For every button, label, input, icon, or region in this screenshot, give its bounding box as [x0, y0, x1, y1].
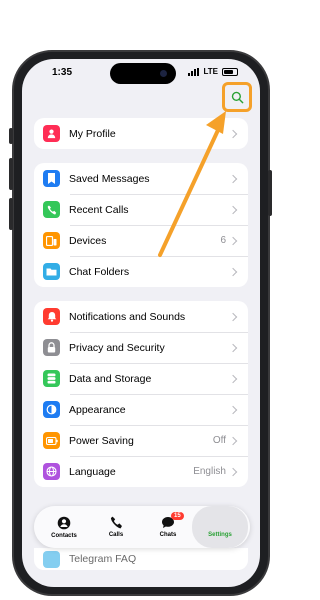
- tab-chats[interactable]: 15 Chats: [142, 506, 194, 548]
- screen: 1:35 LTE My Profile Saved Messages Recen…: [22, 59, 260, 587]
- language-row[interactable]: Language English: [34, 456, 248, 487]
- group-settings: Notifications and Sounds Privacy and Sec…: [34, 301, 248, 487]
- devices-label: Devices: [69, 234, 107, 247]
- power-button: [268, 170, 272, 216]
- tab-bar: Contacts Calls 15 Chats Settings: [34, 506, 250, 548]
- data-storage-row[interactable]: Data and Storage: [34, 363, 248, 394]
- chevron-right-icon: [228, 343, 238, 352]
- chevron-right-icon: [228, 129, 238, 138]
- tab-calls[interactable]: Calls: [90, 506, 142, 548]
- recent-calls-label: Recent Calls: [69, 203, 129, 216]
- bell-icon: [43, 308, 60, 325]
- saved-messages-label: Saved Messages: [69, 172, 150, 185]
- chevron-right-icon: [228, 267, 238, 276]
- chats-unread-badge: 15: [171, 512, 184, 520]
- saved-messages-row[interactable]: Saved Messages: [34, 163, 248, 194]
- globe-icon: [43, 463, 60, 480]
- data-storage-label: Data and Storage: [69, 372, 152, 385]
- tab-contacts-label: Contacts: [51, 532, 77, 539]
- status-time: 1:35: [52, 67, 73, 78]
- tab-settings[interactable]: Settings: [192, 506, 248, 548]
- question-icon: [43, 550, 60, 568]
- profile-group: My Profile: [34, 118, 248, 149]
- chevron-right-icon: [228, 174, 238, 183]
- power-saving-value: Off: [212, 435, 226, 446]
- folder-icon: [43, 263, 60, 280]
- my-profile-row[interactable]: My Profile: [34, 118, 248, 149]
- chevron-right-icon: [228, 236, 238, 245]
- privacy-row[interactable]: Privacy and Security: [34, 332, 248, 363]
- lock-icon: [43, 339, 60, 356]
- privacy-label: Privacy and Security: [69, 341, 165, 354]
- chevron-right-icon: [228, 312, 238, 321]
- status-indicators: LTE: [188, 67, 238, 76]
- telegram-faq-label: Telegram FAQ: [69, 553, 137, 565]
- my-profile-label: My Profile: [69, 127, 116, 140]
- contacts-icon: [57, 516, 71, 529]
- search-button[interactable]: [222, 82, 252, 112]
- volume-down-button: [9, 198, 13, 230]
- chevron-right-icon: [228, 405, 238, 414]
- notifications-label: Notifications and Sounds: [69, 310, 186, 323]
- appearance-row[interactable]: Appearance: [34, 394, 248, 425]
- devices-count: 6: [220, 235, 226, 246]
- devices-icon: [43, 232, 60, 249]
- group-main: Saved Messages Recent Calls Devices 6 Ch…: [34, 163, 248, 287]
- person-icon: [43, 125, 60, 142]
- chevron-right-icon: [228, 374, 238, 383]
- signal-icon: [188, 67, 200, 76]
- dynamic-island: [110, 63, 176, 84]
- notifications-row[interactable]: Notifications and Sounds: [34, 301, 248, 332]
- language-label: Language: [69, 465, 116, 478]
- chevron-right-icon: [228, 436, 238, 445]
- power-saving-label: Power Saving: [69, 434, 134, 447]
- volume-up-button: [9, 158, 13, 190]
- calls-icon: [110, 516, 122, 529]
- battery-icon: [43, 432, 60, 449]
- tab-calls-label: Calls: [108, 532, 124, 538]
- telegram-faq-row[interactable]: Telegram FAQ: [34, 548, 248, 570]
- recent-calls-row[interactable]: Recent Calls: [34, 194, 248, 225]
- power-saving-row[interactable]: Power Saving Off: [34, 425, 248, 456]
- side-button: [9, 128, 13, 144]
- network-label: LTE: [203, 67, 218, 76]
- database-icon: [43, 370, 60, 387]
- chevron-right-icon: [228, 205, 238, 214]
- phone-icon: [43, 201, 60, 218]
- appearance-label: Appearance: [69, 403, 126, 416]
- search-icon: [231, 91, 243, 103]
- bookmark-icon: [43, 170, 60, 187]
- language-value: English: [193, 466, 226, 477]
- appearance-icon: [43, 401, 60, 418]
- devices-row[interactable]: Devices 6: [34, 225, 248, 256]
- tab-settings-label: Settings: [208, 532, 232, 538]
- battery-icon: [222, 67, 238, 76]
- tab-contacts[interactable]: Contacts: [38, 506, 90, 548]
- tab-chats-label: Chats: [159, 532, 177, 538]
- chevron-right-icon: [228, 467, 238, 476]
- chat-folders-label: Chat Folders: [69, 265, 130, 278]
- chat-folders-row[interactable]: Chat Folders: [34, 256, 248, 287]
